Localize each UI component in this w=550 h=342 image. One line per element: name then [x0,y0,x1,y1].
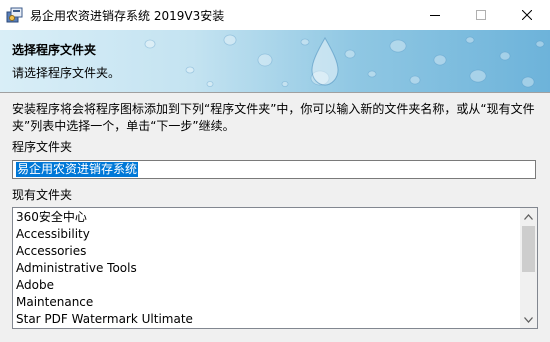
scroll-down-icon [524,316,533,323]
list-item[interactable]: Maintenance [16,294,193,311]
maximize-button[interactable] [458,0,504,30]
existing-folders-list[interactable]: 360安全中心 Accessibility Accessories Admini… [12,207,538,329]
installer-window: 易企用农资进销存系统 2019V3安装 选择程序文件夹 请选择程序文件夹。 安装… [0,0,550,342]
window-title: 易企用农资进销存系统 2019V3安装 [30,9,225,23]
minimize-button[interactable] [412,0,458,30]
scroll-thumb[interactable] [522,226,535,272]
installer-icon [6,6,24,24]
wizard-header: 选择程序文件夹 请选择程序文件夹。 [0,30,550,92]
minimize-icon [430,15,440,16]
existing-folders-items: 360安全中心 Accessibility Accessories Admini… [16,209,193,328]
scroll-up-button[interactable] [520,208,537,225]
header-title: 选择程序文件夹 [12,43,97,57]
maximize-icon [476,10,486,20]
list-scrollbar[interactable] [520,208,537,328]
water-drops-decoration [144,34,545,88]
close-icon [522,10,532,20]
title-bar: 易企用农资进销存系统 2019V3安装 [0,0,550,30]
existing-folders-label: 现有文件夹 [12,188,73,202]
list-item[interactable]: Accessories [16,243,193,260]
program-folder-input[interactable]: 易企用农资进销存系统 [12,160,536,179]
list-item[interactable]: Adobe [16,277,193,294]
list-item[interactable]: Accessibility [16,226,193,243]
list-item[interactable]: Administrative Tools [16,260,193,277]
program-folder-label: 程序文件夹 [12,140,73,154]
scroll-down-button[interactable] [520,311,537,328]
scroll-up-icon [524,213,533,220]
instructions-text: 安装程序将会将程序图标添加到下列“程序文件夹”中，你可以输入新的文件夹名称，或从… [12,102,535,133]
header-divider [0,92,550,93]
close-button[interactable] [504,0,550,30]
program-folder-value: 易企用农资进销存系统 [16,162,139,177]
list-item[interactable]: Star PDF Watermark Ultimate [16,311,193,328]
header-subtitle: 请选择程序文件夹。 [12,66,121,80]
list-item[interactable]: 360安全中心 [16,209,193,226]
